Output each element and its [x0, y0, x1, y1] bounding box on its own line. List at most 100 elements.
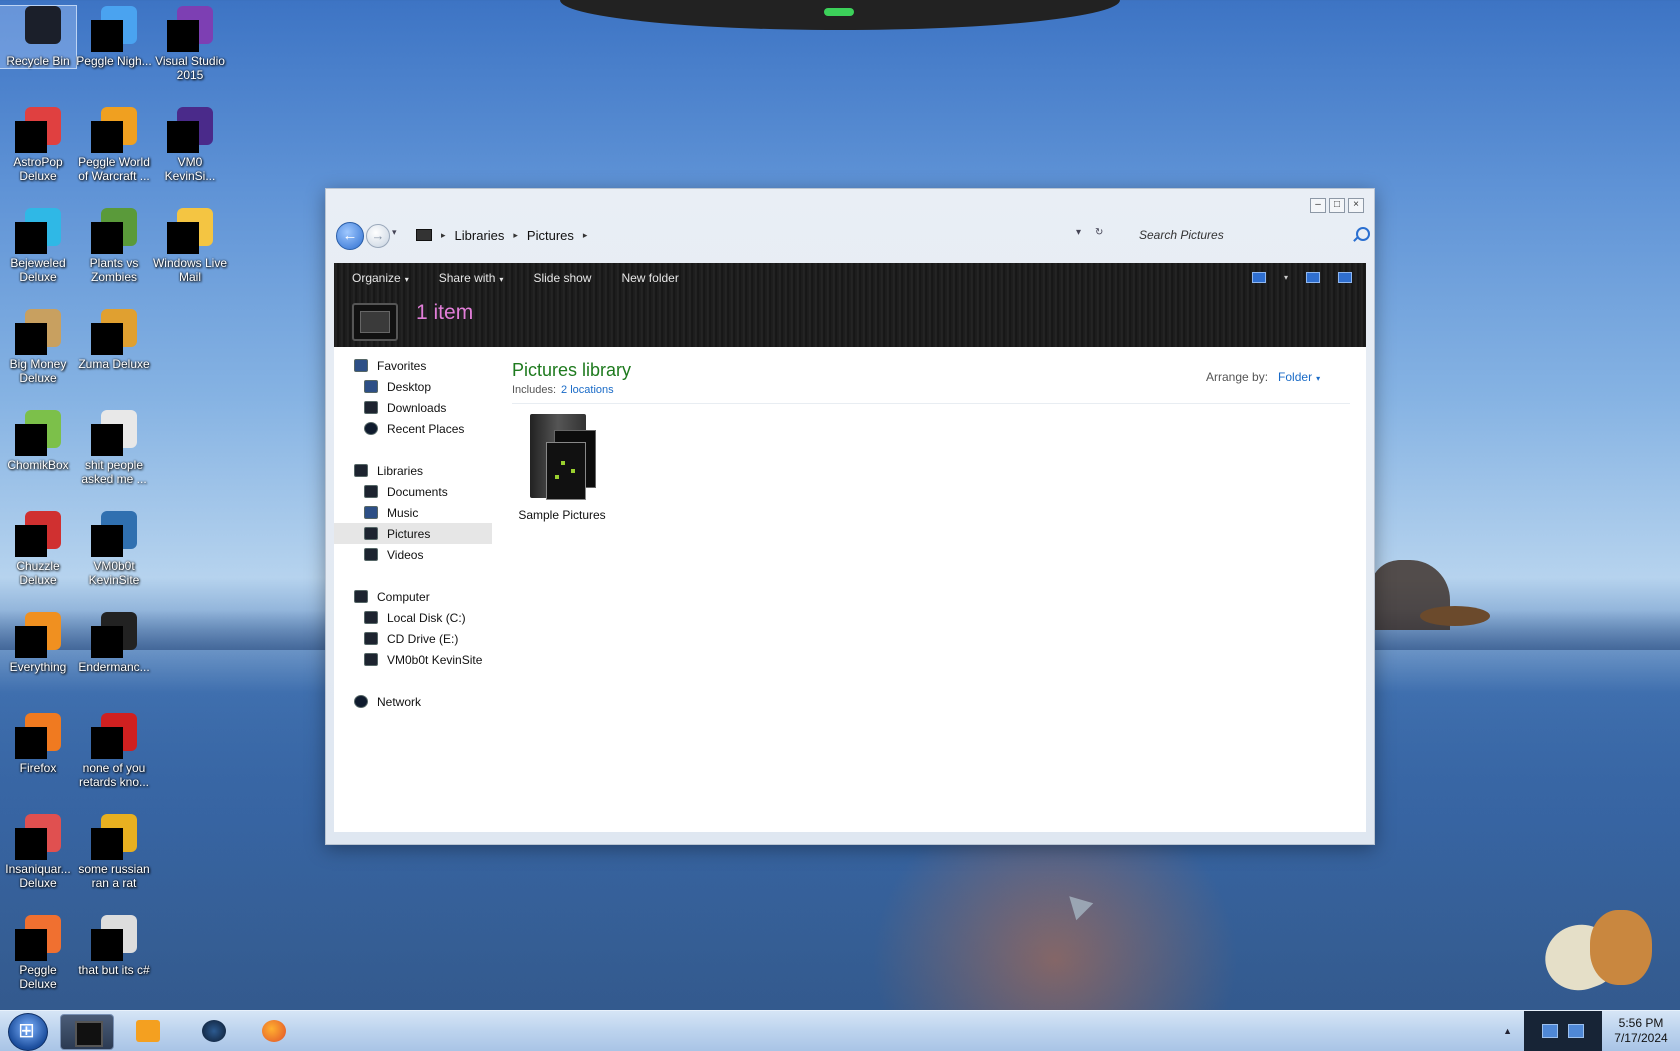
desktop-icon-item[interactable]: Zuma Deluxe: [76, 309, 152, 371]
includes-locations-link[interactable]: 2 locations: [561, 384, 614, 396]
globe-icon: [202, 1020, 226, 1042]
redacted-block: [15, 727, 47, 759]
nav-group-favorites: Favorites Desktop Downloads Recent Place…: [354, 355, 464, 439]
breadcrumb-libraries[interactable]: Libraries: [455, 228, 505, 243]
desktop-icon-item[interactable]: Big Money Deluxe: [0, 309, 76, 385]
taskbar-explorer[interactable]: [60, 1014, 114, 1050]
desktop-icon-label: AstroPop Deluxe: [13, 155, 63, 183]
breadcrumb-separator[interactable]: ▸: [513, 230, 518, 241]
desktop-icon-item[interactable]: Chuzzle Deluxe: [0, 511, 76, 587]
insaniquarium-icon: [15, 814, 61, 860]
desktop-icon-item[interactable]: AstroPop Deluxe: [0, 107, 76, 183]
show-hidden-icons-button[interactable]: ▲: [1503, 1026, 1512, 1036]
icon-art: [25, 6, 61, 44]
nav-libraries[interactable]: Libraries: [354, 460, 492, 481]
minimize-button[interactable]: –: [1310, 198, 1326, 213]
breadcrumb-pictures[interactable]: Pictures: [527, 228, 574, 243]
vm-bot-icon: [91, 511, 137, 557]
desktop-icon-item[interactable]: none of you retards kno...: [76, 713, 152, 789]
desktop-icon-label: shit people asked me ...: [81, 458, 147, 486]
forward-button[interactable]: →: [366, 224, 390, 248]
nav-group-computer: Computer Local Disk (C:) CD Drive (E:) V…: [354, 586, 482, 670]
desktop-icon-item[interactable]: Bejeweled Deluxe: [0, 208, 76, 284]
desktop-icon-item[interactable]: shit people asked me ...: [76, 410, 152, 486]
taskbar-firefox[interactable]: [248, 1014, 300, 1048]
organize-button[interactable]: Organize ▾: [352, 271, 409, 285]
desktop-icon-item[interactable]: Peggle Nigh...: [76, 6, 152, 68]
refresh-icon[interactable]: ↻: [1095, 227, 1103, 238]
desktop-icon-item[interactable]: Everything: [0, 612, 76, 674]
desktop-icon-item[interactable]: Firefox: [0, 713, 76, 775]
command-bar-items: Organize ▾ Share with ▾ Slide show New fol…: [352, 271, 679, 285]
clock-time: 5:56 PM: [1618, 1016, 1664, 1030]
maximize-button[interactable]: □: [1329, 198, 1345, 213]
redacted-block: [15, 424, 47, 456]
nav-desktop[interactable]: Desktop: [354, 376, 464, 397]
start-button[interactable]: [8, 1013, 48, 1051]
search-input[interactable]: [1131, 222, 1371, 248]
desktop-icon-item[interactable]: some russian ran a rat: [76, 814, 152, 890]
desktop-icon-label: Big Money Deluxe: [9, 357, 67, 385]
desktop-icon-item[interactable]: Endermanc...: [76, 612, 152, 674]
chevron-down-icon[interactable]: ▾: [1316, 374, 1320, 383]
breadcrumb: ▸ Libraries ▸ Pictures ▸: [416, 225, 587, 245]
explorer-icon: [75, 1021, 103, 1047]
nav-documents[interactable]: Documents: [354, 481, 492, 502]
chomikbox-icon: [15, 410, 61, 456]
volume-icon[interactable]: [1568, 1024, 1584, 1038]
nav-videos[interactable]: Videos: [354, 544, 492, 565]
network-icon: [354, 695, 368, 708]
breadcrumb-separator[interactable]: ▸: [441, 230, 446, 241]
help-icon[interactable]: [1338, 272, 1352, 283]
nav-downloads[interactable]: Downloads: [354, 397, 464, 418]
change-view-icon[interactable]: [1251, 272, 1266, 283]
close-button[interactable]: ×: [1348, 198, 1364, 213]
nav-local-disk[interactable]: Local Disk (C:): [354, 607, 482, 628]
desktop-icon-item[interactable]: Peggle Deluxe: [0, 915, 76, 991]
network-status-icon[interactable]: [1542, 1024, 1558, 1038]
desktop-icon-item[interactable]: Recycle Bin: [0, 5, 77, 69]
desktop-icon-label: Endermanc...: [78, 660, 150, 674]
desktop-icon-item[interactable]: Windows Live Mail: [152, 208, 228, 284]
desktop-icon-item[interactable]: VM0 KevinSi...: [152, 107, 228, 183]
taskbar-media-player[interactable]: [122, 1014, 174, 1048]
explorer-window[interactable]: – □ × ← → ▾ ▸ Libraries ▸ Pictures ▸ ▾ ↻…: [325, 188, 1375, 845]
chevron-down-icon[interactable]: ▾: [1284, 273, 1288, 282]
nav-recent-places[interactable]: Recent Places: [354, 418, 464, 439]
nav-label: Recent Places: [387, 421, 465, 436]
slide-show-button[interactable]: Slide show: [533, 271, 591, 285]
nav-network-drive[interactable]: VM0b0t KevinSite: [354, 649, 482, 670]
taskbar-network-app[interactable]: [188, 1014, 240, 1048]
address-dropdown-button[interactable]: ▾: [1076, 227, 1081, 238]
back-button[interactable]: ←: [336, 222, 364, 250]
redacted-block: [15, 929, 47, 961]
nav-network[interactable]: Network: [354, 691, 421, 712]
nav-cd-drive[interactable]: CD Drive (E:): [354, 628, 482, 649]
desktop-icon-label: VM0 KevinSi...: [164, 155, 216, 183]
desktop-icon-item[interactable]: ChomikBox: [0, 410, 76, 472]
clock[interactable]: 5:56 PM 7/17/2024: [1602, 1016, 1680, 1046]
search-icon[interactable]: [1356, 227, 1370, 241]
breadcrumb-separator[interactable]: ▸: [583, 230, 588, 241]
desktop-icon-item[interactable]: that but its c#: [76, 915, 152, 977]
desktop-icon-item[interactable]: Peggle World of Warcraft ...: [76, 107, 152, 183]
desktop-icon-item[interactable]: Visual Studio 2015: [152, 6, 228, 82]
folder-sample-pictures[interactable]: Sample Pictures: [514, 412, 610, 522]
preview-pane-icon[interactable]: [1306, 272, 1320, 283]
desktop-icon-item[interactable]: Plants vs Zombies: [76, 208, 152, 284]
gadget-led: [824, 8, 854, 16]
firefox-icon: [15, 713, 61, 759]
desktop-icon-item[interactable]: VM0b0t KevinSite: [76, 511, 152, 587]
nav-pictures[interactable]: Pictures: [334, 523, 492, 544]
organize-label: Organize: [352, 271, 401, 285]
arrange-by-dropdown[interactable]: Folder: [1278, 370, 1312, 384]
nav-favorites[interactable]: Favorites: [354, 355, 464, 376]
everything-icon: [15, 612, 61, 658]
nav-music[interactable]: Music: [354, 502, 492, 523]
address-bar-row: ← → ▾ ▸ Libraries ▸ Pictures ▸ ▾ ↻: [336, 219, 1371, 251]
nav-computer[interactable]: Computer: [354, 586, 482, 607]
new-folder-button[interactable]: New folder: [621, 271, 678, 285]
desktop-icon-item[interactable]: Insaniquar... Deluxe: [0, 814, 76, 890]
recent-pages-dropdown[interactable]: ▾: [392, 227, 397, 238]
share-with-button[interactable]: Share with ▾: [439, 271, 504, 285]
